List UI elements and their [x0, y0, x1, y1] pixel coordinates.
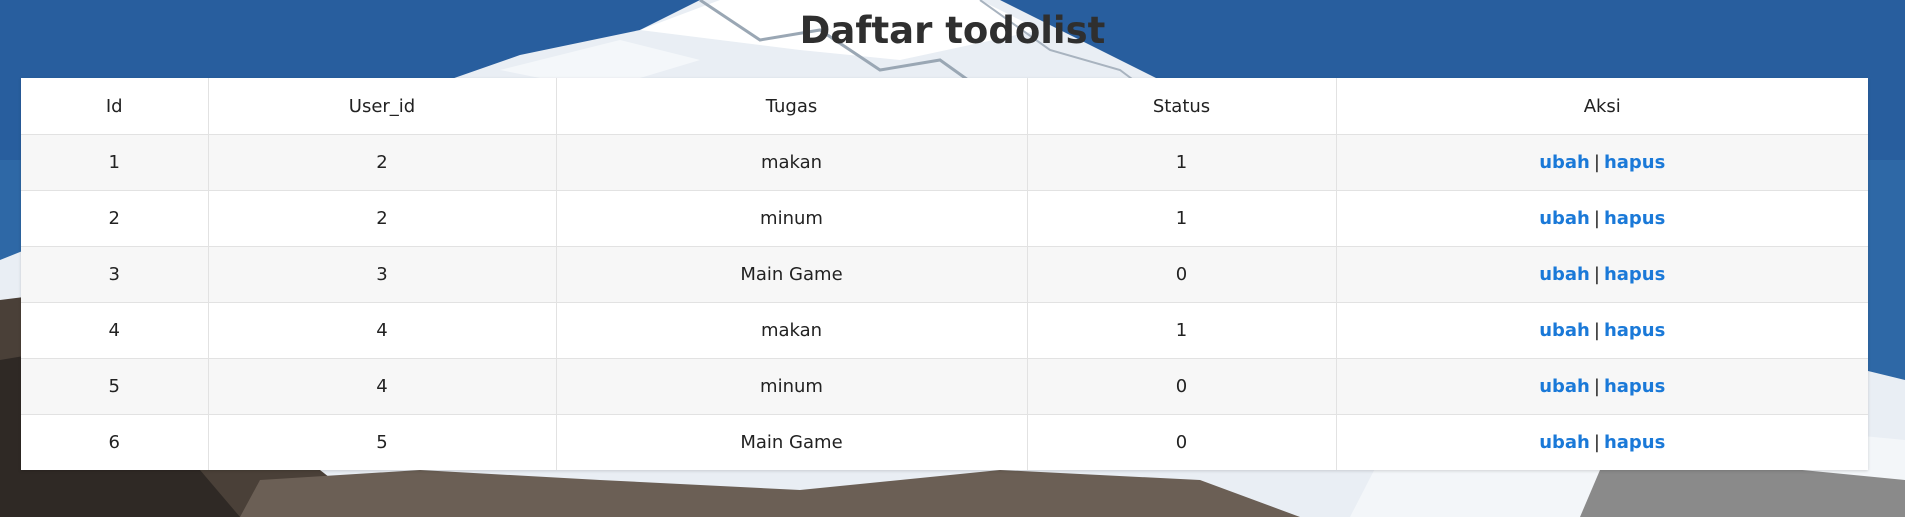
delete-link[interactable]: hapus	[1604, 264, 1665, 285]
cell-status: 1	[1027, 302, 1337, 359]
edit-link[interactable]: ubah	[1539, 264, 1590, 285]
column-header-aksi: Aksi	[1336, 78, 1868, 135]
delete-link[interactable]: hapus	[1604, 376, 1665, 397]
cell-user-id: 4	[208, 358, 557, 415]
table-row: 3 3 Main Game 0 ubah | hapus	[21, 246, 1868, 303]
cell-id: 1	[21, 134, 209, 191]
table-row: 1 2 makan 1 ubah | hapus	[21, 134, 1868, 191]
cell-tugas: Main Game	[556, 246, 1028, 303]
cell-aksi: ubah | hapus	[1336, 358, 1868, 415]
cell-status: 0	[1027, 414, 1337, 470]
cell-id: 4	[21, 302, 209, 359]
cell-user-id: 3	[208, 246, 557, 303]
link-separator: |	[1593, 208, 1600, 229]
cell-status: 0	[1027, 358, 1337, 415]
cell-id: 5	[21, 358, 209, 415]
table-row: 5 4 minum 0 ubah | hapus	[21, 358, 1868, 415]
cell-user-id: 5	[208, 414, 557, 470]
link-separator: |	[1593, 264, 1600, 285]
link-separator: |	[1593, 376, 1600, 397]
delete-link[interactable]: hapus	[1604, 152, 1665, 173]
column-header-id: Id	[21, 78, 209, 135]
table-row: 2 2 minum 1 ubah | hapus	[21, 190, 1868, 247]
cell-status: 1	[1027, 190, 1337, 247]
link-separator: |	[1593, 432, 1600, 453]
cell-status: 1	[1027, 134, 1337, 191]
column-header-user-id: User_id	[208, 78, 557, 135]
cell-status: 0	[1027, 246, 1337, 303]
edit-link[interactable]: ubah	[1539, 152, 1590, 173]
delete-link[interactable]: hapus	[1604, 320, 1665, 341]
cell-aksi: ubah | hapus	[1336, 414, 1868, 470]
cell-tugas: Main Game	[556, 414, 1028, 470]
edit-link[interactable]: ubah	[1539, 208, 1590, 229]
edit-link[interactable]: ubah	[1539, 432, 1590, 453]
todolist-table: Id User_id Tugas Status Aksi 1 2 makan 1…	[21, 78, 1868, 470]
cell-aksi: ubah | hapus	[1336, 134, 1868, 191]
cell-user-id: 2	[208, 134, 557, 191]
cell-aksi: ubah | hapus	[1336, 190, 1868, 247]
table-row: 6 5 Main Game 0 ubah | hapus	[21, 414, 1868, 470]
cell-tugas: minum	[556, 358, 1028, 415]
link-separator: |	[1593, 320, 1600, 341]
page-title: Daftar todolist	[799, 9, 1106, 52]
cell-id: 2	[21, 190, 209, 247]
cell-aksi: ubah | hapus	[1336, 302, 1868, 359]
link-separator: |	[1593, 152, 1600, 173]
cell-id: 6	[21, 414, 209, 470]
cell-tugas: minum	[556, 190, 1028, 247]
table-row: 4 4 makan 1 ubah | hapus	[21, 302, 1868, 359]
cell-user-id: 4	[208, 302, 557, 359]
column-header-tugas: Tugas	[556, 78, 1028, 135]
cell-tugas: makan	[556, 302, 1028, 359]
cell-id: 3	[21, 246, 209, 303]
cell-tugas: makan	[556, 134, 1028, 191]
cell-aksi: ubah | hapus	[1336, 246, 1868, 303]
edit-link[interactable]: ubah	[1539, 320, 1590, 341]
delete-link[interactable]: hapus	[1604, 208, 1665, 229]
column-header-status: Status	[1027, 78, 1337, 135]
edit-link[interactable]: ubah	[1539, 376, 1590, 397]
delete-link[interactable]: hapus	[1604, 432, 1665, 453]
table-header-row: Id User_id Tugas Status Aksi	[21, 78, 1868, 135]
cell-user-id: 2	[208, 190, 557, 247]
